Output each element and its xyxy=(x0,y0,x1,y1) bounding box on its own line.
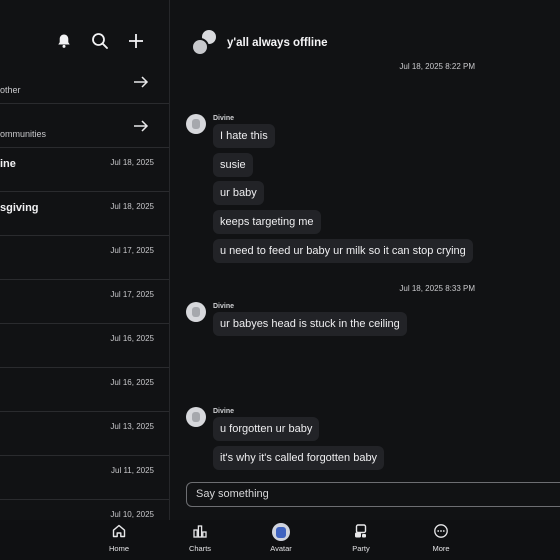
avatar-icon xyxy=(272,523,290,541)
conversation-list-pane: other ommunities ine Jul 18, 2025 sgivin… xyxy=(0,0,170,520)
plus-icon xyxy=(129,34,143,48)
message-timestamp: Jul 18, 2025 8:22 PM xyxy=(399,62,475,71)
sender-name: Divine xyxy=(213,303,235,310)
nav-label: Home xyxy=(108,544,129,553)
row-label: ommunities xyxy=(0,129,47,139)
conversation-row[interactable]: Jul 16, 2025 xyxy=(0,324,169,368)
search-button[interactable] xyxy=(89,30,111,52)
nav-avatar[interactable]: Avatar xyxy=(251,523,311,553)
conversation-row[interactable]: Jul 17, 2025 xyxy=(0,280,169,324)
nav-charts[interactable]: Charts xyxy=(170,523,230,553)
chat-pane: y'all always offline Jul 18, 2025 8:22 P… xyxy=(171,0,560,520)
nav-home[interactable]: Home xyxy=(89,523,149,553)
sender-name: Divine xyxy=(213,115,235,122)
list-link-row[interactable]: other xyxy=(0,60,169,104)
notifications-button[interactable] xyxy=(53,30,75,52)
conversation-date: Jul 17, 2025 xyxy=(110,290,154,299)
message-bubble[interactable]: it's why it's called forgotten baby xyxy=(213,446,385,470)
conversation-row[interactable]: Jul 16, 2025 xyxy=(0,368,169,412)
conversation-date: Jul 16, 2025 xyxy=(110,378,154,387)
nav-label: More xyxy=(432,544,450,553)
sender-avatar[interactable] xyxy=(186,302,206,322)
arrow-right-icon xyxy=(134,76,149,88)
conversation-row[interactable]: Jul 13, 2025 xyxy=(0,412,169,456)
party-icon xyxy=(355,524,367,538)
message-bubble[interactable]: keeps targeting me xyxy=(213,210,321,234)
list-link-row[interactable]: ommunities xyxy=(0,104,169,148)
list-toolbar xyxy=(53,30,147,52)
nav-party[interactable]: Party xyxy=(331,523,391,553)
conversation-row[interactable]: sgiving Jul 18, 2025 xyxy=(0,192,169,236)
conversation-row[interactable]: ine Jul 18, 2025 xyxy=(0,148,169,192)
message-bubble[interactable]: I hate this xyxy=(213,124,275,148)
nav-more[interactable]: More xyxy=(411,523,471,553)
conversation-date: Jul 18, 2025 xyxy=(110,202,154,211)
conversation-date: Jul 11, 2025 xyxy=(111,466,154,475)
sender-name: Divine xyxy=(213,408,235,415)
group-avatar xyxy=(191,28,221,58)
conversation-title: ine xyxy=(0,158,16,170)
chat-title: y'all always offline xyxy=(227,37,328,49)
new-chat-button[interactable] xyxy=(125,30,147,52)
search-icon xyxy=(92,33,108,49)
member-avatar xyxy=(191,38,209,56)
sender-avatar[interactable] xyxy=(186,114,206,134)
row-label: other xyxy=(0,85,21,95)
message-input[interactable]: Say something xyxy=(186,482,560,507)
nav-label: Avatar xyxy=(270,544,292,553)
more-icon xyxy=(434,524,448,538)
conversation-title: sgiving xyxy=(0,202,39,214)
nav-label: Charts xyxy=(188,544,212,553)
conversation-date: Jul 10, 2025 xyxy=(110,510,154,519)
message-bubble[interactable]: ur baby xyxy=(213,181,264,205)
bottom-nav: Home Charts Avatar Party More xyxy=(0,520,560,560)
message-bubble[interactable]: susie xyxy=(213,153,253,177)
conversation-date: Jul 17, 2025 xyxy=(110,246,154,255)
charts-icon xyxy=(193,525,207,538)
conversation-row[interactable]: Jul 11, 2025 xyxy=(0,456,169,500)
nav-label: Party xyxy=(352,544,370,553)
chat-header[interactable]: y'all always offline xyxy=(191,28,328,58)
arrow-right-icon xyxy=(134,120,149,132)
message-timestamp: Jul 18, 2025 8:33 PM xyxy=(399,284,475,293)
bell-icon xyxy=(58,34,70,48)
conversation-date: Jul 13, 2025 xyxy=(110,422,154,431)
conversation-date: Jul 18, 2025 xyxy=(110,158,154,167)
conversation-row[interactable]: Jul 17, 2025 xyxy=(0,236,169,280)
message-bubble[interactable]: u forgotten ur baby xyxy=(213,417,320,441)
message-bubble[interactable]: ur babyes head is stuck in the ceiling xyxy=(213,312,407,336)
conversation-row[interactable]: Jul 10, 2025 xyxy=(0,500,169,520)
message-bubble[interactable]: u need to feed ur baby ur milk so it can… xyxy=(213,239,473,263)
conversation-date: Jul 16, 2025 xyxy=(110,334,154,343)
sender-avatar[interactable] xyxy=(186,407,206,427)
home-icon xyxy=(112,524,126,538)
